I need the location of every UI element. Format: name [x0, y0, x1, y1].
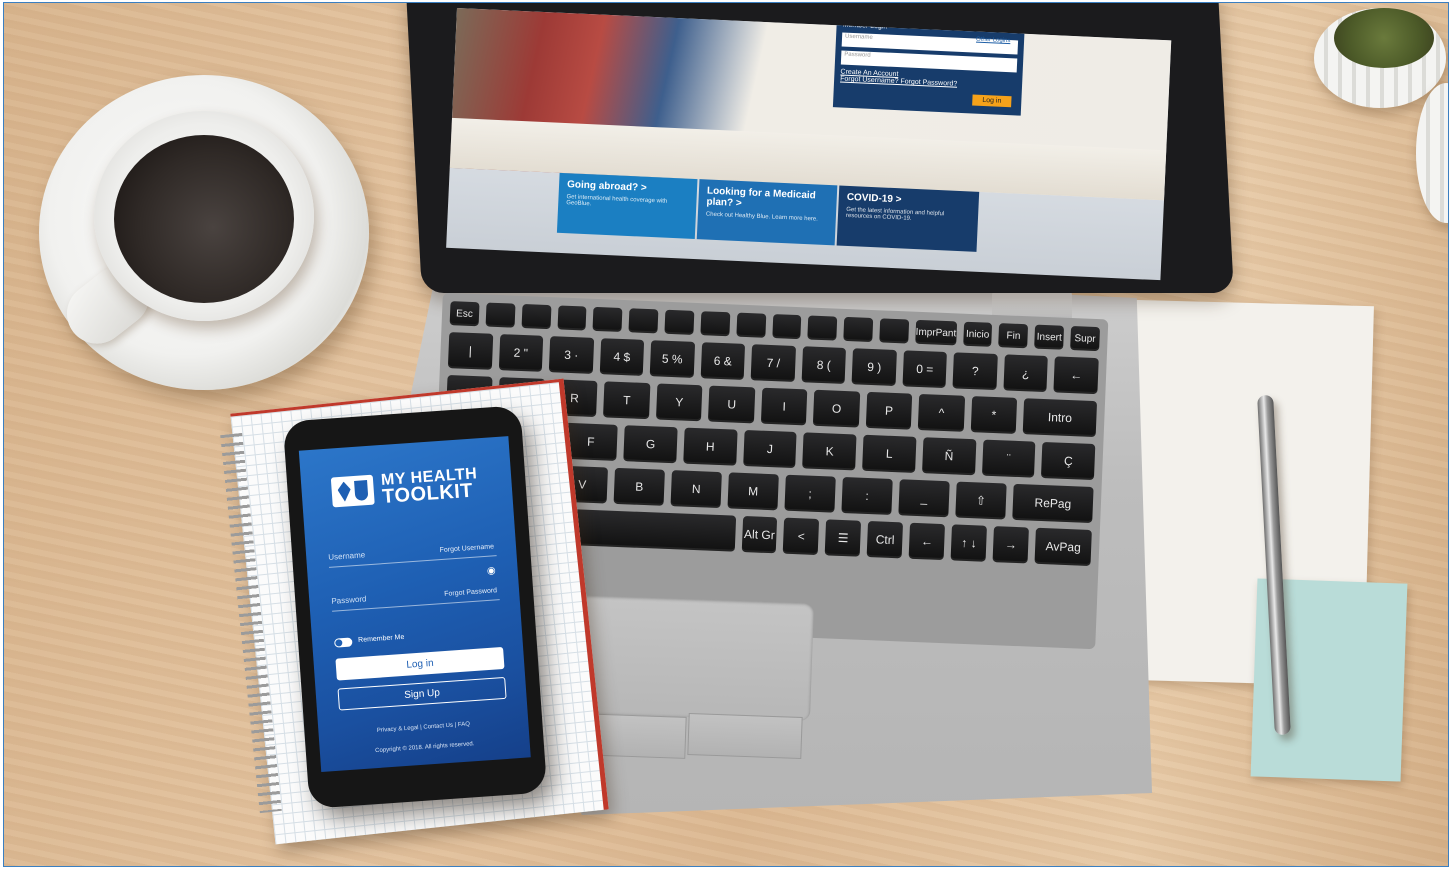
copyright: Copyright © 2018. All rights reserved.: [375, 741, 475, 755]
key[interactable]: [592, 306, 623, 332]
key[interactable]: [843, 316, 874, 343]
key[interactable]: [557, 305, 587, 331]
key[interactable]: Intro: [1022, 398, 1097, 438]
key[interactable]: H: [683, 427, 738, 466]
tile-subtitle: Get international health coverage with G…: [566, 194, 668, 208]
key[interactable]: G: [623, 425, 678, 464]
key[interactable]: 8 (: [801, 346, 847, 384]
key[interactable]: 9 ): [851, 348, 897, 386]
key[interactable]: Insert: [1034, 324, 1065, 350]
key[interactable]: 0 =: [902, 350, 948, 389]
key[interactable]: ←: [908, 522, 946, 561]
key[interactable]: |: [447, 332, 493, 370]
tile-subtitle: Get the latest information and helpful r…: [845, 206, 945, 222]
key[interactable]: ImprPant: [915, 319, 957, 346]
login-button[interactable]: Log in: [335, 646, 505, 681]
touchpad-right-button[interactable]: [687, 713, 803, 759]
forgot-password-link[interactable]: Forgot Password: [444, 587, 497, 598]
key[interactable]: AvPag: [1034, 527, 1092, 566]
key[interactable]: U: [708, 385, 756, 424]
key[interactable]: [879, 318, 910, 344]
app-logo: MY HEALTH TOOLKIT: [330, 465, 479, 508]
forgot-username-link[interactable]: Forgot Username: [439, 543, 494, 554]
key[interactable]: L: [862, 434, 917, 473]
key[interactable]: 2 ": [498, 334, 544, 372]
plant-pot-2: [1416, 83, 1448, 223]
tile-title: Looking for a Medicaid plan? >: [706, 185, 816, 210]
tile-subtitle: Check out Healthy Blue. Learn more here.: [705, 211, 818, 223]
key[interactable]: I: [760, 387, 808, 426]
key[interactable]: [664, 309, 695, 335]
tile-title: COVID-19 >: [846, 191, 902, 206]
key[interactable]: [628, 308, 659, 334]
key[interactable]: Fin: [998, 323, 1029, 349]
key[interactable]: Ç: [1041, 441, 1096, 481]
key[interactable]: <: [783, 517, 820, 556]
remember-me-label: Remember Me: [357, 633, 405, 645]
key[interactable]: P: [865, 391, 913, 430]
key[interactable]: Alt Gr: [741, 515, 778, 554]
key[interactable]: N: [670, 470, 722, 509]
key[interactable]: Ñ: [921, 437, 977, 476]
key[interactable]: ^: [917, 393, 965, 432]
cross-shield-icon: [330, 474, 375, 508]
key[interactable]: 5 %: [649, 340, 695, 378]
key[interactable]: Esc: [449, 301, 480, 327]
desk-scene: Member Login Username Password Create An…: [3, 2, 1449, 867]
eye-icon[interactable]: ◉: [487, 565, 496, 577]
key[interactable]: :: [841, 476, 893, 515]
logo-text: MY HEALTH TOOLKIT: [381, 465, 479, 508]
smartphone: MY HEALTH TOOLKIT Username Forgot Userna…: [282, 405, 548, 809]
key[interactable]: Inicio: [962, 321, 993, 347]
key[interactable]: ;: [784, 474, 836, 513]
site-login-button[interactable]: Log in: [972, 94, 1012, 108]
key[interactable]: [485, 302, 516, 328]
key[interactable]: ↑ ↓: [950, 524, 988, 562]
key[interactable]: *: [970, 396, 1018, 434]
key[interactable]: _: [898, 479, 950, 518]
signup-button[interactable]: Sign Up: [337, 676, 507, 711]
key[interactable]: B: [613, 467, 665, 506]
password-label: Password: [331, 594, 367, 606]
tile-covid[interactable]: COVID-19 > Get the latest information an…: [836, 185, 980, 252]
key[interactable]: ☰: [825, 519, 862, 557]
key[interactable]: O: [813, 389, 861, 428]
logo-line-2: TOOLKIT: [381, 479, 474, 508]
key[interactable]: ¿: [1003, 354, 1049, 393]
key[interactable]: [771, 314, 802, 340]
key[interactable]: RePag: [1012, 483, 1094, 524]
touchpad[interactable]: [574, 594, 814, 722]
key[interactable]: 3 ·: [548, 336, 594, 374]
tile-going-abroad[interactable]: Going abroad? > Get international health…: [556, 172, 698, 240]
key[interactable]: ⇧: [955, 481, 1007, 520]
key[interactable]: K: [802, 432, 857, 471]
key[interactable]: [736, 312, 766, 338]
key[interactable]: Supr: [1070, 326, 1100, 352]
username-label: Username: [328, 550, 366, 562]
key[interactable]: 7 /: [750, 344, 796, 382]
remember-me-toggle[interactable]: [334, 637, 353, 648]
key[interactable]: [807, 315, 838, 341]
footer-links[interactable]: Privacy & Legal | Contact Us | FAQ: [318, 717, 528, 738]
key[interactable]: ¨: [981, 439, 1036, 478]
key[interactable]: →: [992, 526, 1030, 564]
tile-title: Going abroad? >: [566, 179, 648, 194]
key[interactable]: Ctrl: [866, 521, 904, 559]
laptop-website: Member Login Username Password Create An…: [446, 8, 1172, 281]
key[interactable]: 4 $: [599, 338, 645, 376]
coffee: [114, 135, 294, 303]
cactus-plant: [1334, 8, 1434, 68]
phone-screen: MY HEALTH TOOLKIT Username Forgot Userna…: [298, 436, 531, 772]
key[interactable]: T: [603, 381, 651, 420]
tile-medicaid[interactable]: Looking for a Medicaid plan? > Check out…: [696, 179, 838, 246]
key[interactable]: F: [563, 422, 618, 461]
key[interactable]: ?: [952, 352, 998, 391]
key[interactable]: J: [742, 429, 797, 469]
key[interactable]: [700, 311, 731, 337]
key[interactable]: Y: [655, 383, 703, 422]
key[interactable]: 6 &: [700, 342, 746, 380]
key[interactable]: M: [727, 472, 779, 511]
key[interactable]: ←: [1053, 356, 1099, 395]
key[interactable]: [521, 303, 552, 330]
